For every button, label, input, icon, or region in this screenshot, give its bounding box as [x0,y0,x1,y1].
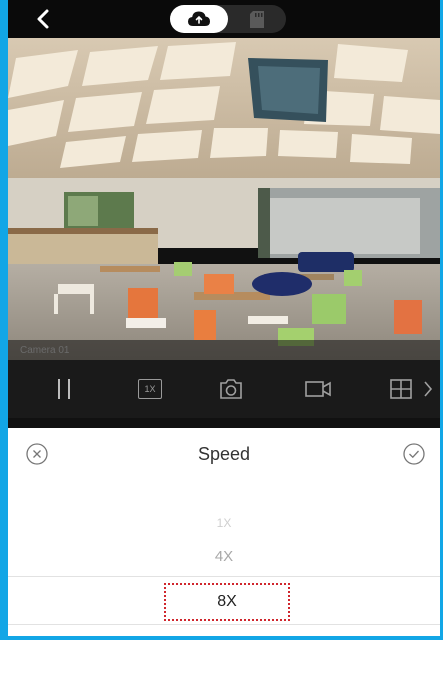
speed-option-8x[interactable]: 8X [164,583,290,621]
check-circle-icon [403,443,425,465]
record-icon [305,381,331,397]
source-toggle [170,5,286,33]
top-bar [8,0,440,38]
video-feed[interactable]: Camera 01 [8,38,440,360]
speed-button[interactable]: 1X [136,377,164,401]
grid-icon [390,379,412,399]
cloud-icon [188,11,210,26]
device-frame: Camera 01 1X Speed 1X 4X 8X [0,0,443,640]
chevron-left-icon [37,9,49,29]
speed-icon: 1X [138,379,162,399]
playback-toolbar: 1X [8,360,440,418]
speed-picker-sheet: Speed 1X 4X 8X [8,428,440,636]
pause-button[interactable] [52,377,76,401]
speed-option-4x[interactable]: 4X [8,548,440,565]
sheet-title: Speed [197,444,251,464]
camera-label: Camera 01 [20,345,70,356]
grid-layout-button[interactable] [388,377,414,401]
record-button[interactable] [304,377,332,401]
selection-divider-top [8,576,440,577]
pause-icon [58,379,70,399]
sd-card-icon [250,10,264,28]
app-screen: Camera 01 1X Speed 1X 4X 8X [8,0,440,636]
chevron-right-icon [424,381,433,397]
back-button[interactable] [32,7,56,31]
speed-badge-label: 1X [144,384,156,394]
camera-view-image [8,38,440,360]
speed-option-1x[interactable]: 1X [8,516,440,530]
toolbar-more-button[interactable] [420,377,436,401]
snapshot-icon [220,379,242,399]
sd-card-source-button[interactable] [228,5,286,33]
cloud-source-button[interactable] [170,5,228,33]
snapshot-button[interactable] [218,377,244,401]
confirm-button[interactable] [403,443,425,465]
selection-divider-bottom [8,624,440,625]
